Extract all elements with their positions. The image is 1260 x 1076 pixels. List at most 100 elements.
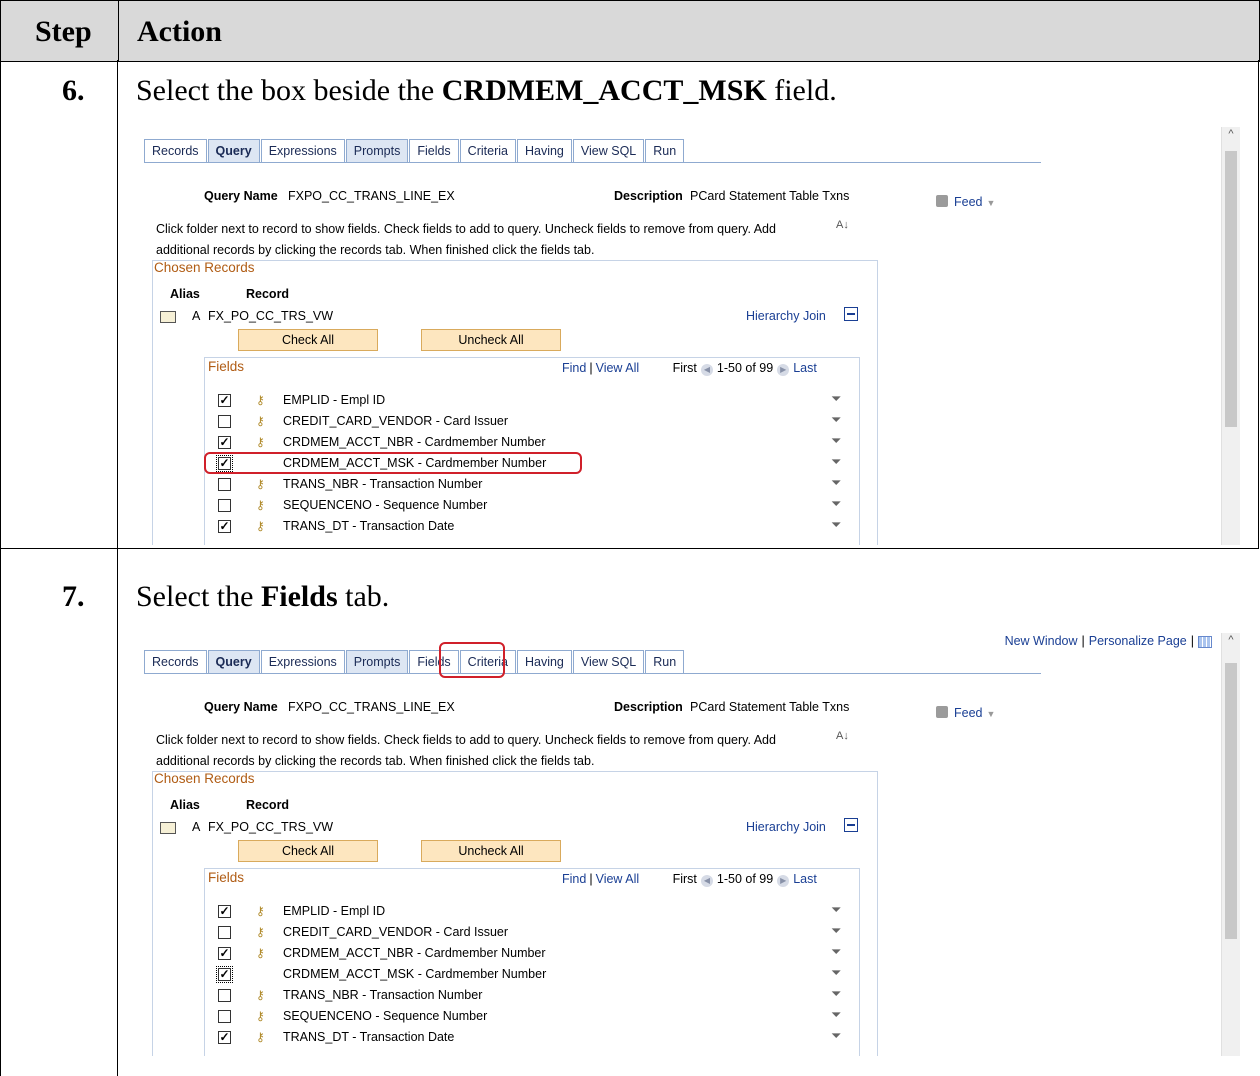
tab-run[interactable]: Run [645, 650, 685, 673]
field-checkbox[interactable]: ✓ [218, 905, 231, 918]
add-criteria-icon[interactable]: ⏷ [831, 965, 841, 981]
hierarchy-join-link[interactable]: Hierarchy Join [746, 309, 826, 323]
add-criteria-icon[interactable]: ⏷ [831, 496, 841, 512]
scroll-thumb[interactable] [1225, 151, 1237, 427]
open-folder-icon[interactable] [160, 311, 176, 323]
scroll-up-icon[interactable]: ^ [1226, 129, 1236, 140]
uncheck-all-button[interactable]: Uncheck All [421, 840, 561, 862]
field-checkbox[interactable] [218, 478, 231, 491]
feed-link[interactable]: Feed ▼ [936, 706, 995, 720]
tab-query[interactable]: Query [207, 139, 260, 162]
next-icon[interactable]: ▶ [777, 364, 790, 376]
previous-icon[interactable]: ◀ [700, 875, 713, 887]
personalize-page-link[interactable]: Personalize Page [1089, 634, 1187, 648]
field-label: EMPLID - Empl ID [283, 393, 386, 407]
field-checkbox[interactable] [218, 415, 231, 428]
add-criteria-icon[interactable]: ⏷ [831, 412, 841, 428]
view-all-link[interactable]: View All [596, 872, 640, 886]
sort-icon[interactable]: A↓ [836, 730, 849, 742]
vertical-scrollbar[interactable]: ^ [1221, 127, 1240, 545]
tab-having[interactable]: Having [516, 650, 572, 673]
collapse-icon[interactable] [844, 818, 858, 832]
add-criteria-icon[interactable]: ⏷ [831, 944, 841, 960]
chosen-records-title: Chosen Records [154, 260, 255, 275]
tab-records[interactable]: Records [144, 650, 207, 673]
tab-criteria[interactable]: Criteria [459, 139, 516, 162]
chevron-down-icon: ▼ [986, 709, 996, 719]
view-all-link[interactable]: View All [596, 361, 640, 375]
add-criteria-icon[interactable]: ⏷ [831, 923, 841, 939]
field-checkbox[interactable]: ✓ [218, 1031, 231, 1044]
tab-expressions[interactable]: Expressions [260, 139, 345, 162]
add-criteria-icon[interactable]: ⏷ [831, 1007, 841, 1023]
tab-prompts[interactable]: Prompts [345, 139, 409, 162]
tab-records[interactable]: Records [144, 139, 207, 162]
check-all-button[interactable]: Check All [238, 840, 378, 862]
field-label: CRDMEM_ACCT_NBR - Cardmember Number [283, 435, 546, 449]
key-icon: ⚷ [256, 925, 265, 939]
scroll-thumb[interactable] [1225, 663, 1237, 939]
tab-fields[interactable]: Fields [409, 139, 459, 162]
sort-icon[interactable]: A↓ [836, 219, 849, 231]
tab-expressions[interactable]: Expressions [260, 650, 345, 673]
collapse-icon[interactable] [844, 307, 858, 321]
find-link[interactable]: Find [562, 361, 586, 375]
field-checkbox[interactable] [218, 499, 231, 512]
field-checkbox[interactable] [218, 989, 231, 1002]
field-checkbox[interactable]: ✓ [218, 394, 231, 407]
scroll-up-icon[interactable]: ^ [1226, 635, 1236, 646]
field-checkbox[interactable] [218, 926, 231, 939]
step-header: Step [35, 15, 92, 48]
check-all-button[interactable]: Check All [238, 329, 378, 351]
field-row: ⚷ CREDIT_CARD_VENDOR - Card Issuer ⏷ [218, 412, 858, 432]
field-checkbox[interactable]: ✓ [216, 966, 233, 983]
description-value: PCard Statement Table Txns [690, 189, 850, 203]
field-label: CRDMEM_ACCT_NBR - Cardmember Number [283, 946, 546, 960]
next-icon[interactable]: ▶ [777, 875, 790, 887]
vertical-scrollbar[interactable]: ^ [1221, 633, 1240, 1056]
record-header: Record [246, 287, 290, 301]
add-criteria-icon[interactable]: ⏷ [831, 902, 841, 918]
field-label: TRANS_NBR - Transaction Number [283, 988, 483, 1002]
field-label: EMPLID - Empl ID [283, 904, 386, 918]
field-checkbox[interactable]: ✓ [218, 947, 231, 960]
last-link[interactable]: Last [793, 361, 817, 375]
new-window-link[interactable]: New Window [1005, 634, 1078, 648]
add-criteria-icon[interactable]: ⏷ [831, 454, 841, 470]
uncheck-all-button[interactable]: Uncheck All [421, 329, 561, 351]
add-criteria-icon[interactable]: ⏷ [831, 986, 841, 1002]
add-criteria-icon[interactable]: ⏷ [831, 475, 841, 491]
field-label: TRANS_DT - Transaction Date [283, 519, 455, 533]
tab-prompts[interactable]: Prompts [345, 650, 409, 673]
tab-view-sql[interactable]: View SQL [572, 139, 645, 162]
add-criteria-icon[interactable]: ⏷ [831, 1028, 841, 1044]
hierarchy-join-link[interactable]: Hierarchy Join [746, 820, 826, 834]
fields-title: Fields [208, 359, 245, 374]
add-criteria-icon[interactable]: ⏷ [831, 433, 841, 449]
table-icon[interactable] [1198, 635, 1212, 648]
row-divider [0, 548, 1259, 549]
last-link[interactable]: Last [793, 872, 817, 886]
first-label[interactable]: First [673, 872, 697, 886]
key-icon: ⚷ [256, 477, 265, 491]
key-icon: ⚷ [256, 1009, 265, 1023]
field-label: SEQUENCENO - Sequence Number [283, 498, 488, 512]
tab-having[interactable]: Having [516, 139, 572, 162]
find-link[interactable]: Find [562, 872, 586, 886]
query-name-value: FXPO_CC_TRANS_LINE_EX [288, 189, 455, 203]
add-criteria-icon[interactable]: ⏷ [831, 391, 841, 407]
table-header-row: Step Action [0, 0, 1260, 62]
field-checkbox[interactable]: ✓ [218, 520, 231, 533]
field-checkbox[interactable] [218, 1010, 231, 1023]
open-folder-icon[interactable] [160, 822, 176, 834]
field-checkbox[interactable]: ✓ [218, 436, 231, 449]
previous-icon[interactable]: ◀ [700, 364, 713, 376]
tab-view-sql[interactable]: View SQL [572, 650, 645, 673]
key-icon: ⚷ [256, 904, 265, 918]
feed-link[interactable]: Feed ▼ [936, 195, 995, 209]
first-label[interactable]: First [673, 361, 697, 375]
tab-run[interactable]: Run [645, 139, 685, 162]
add-criteria-icon[interactable]: ⏷ [831, 517, 841, 533]
field-row: ✓ ⚷ EMPLID - Empl ID ⏷ [218, 391, 858, 411]
tab-query[interactable]: Query [207, 650, 260, 673]
